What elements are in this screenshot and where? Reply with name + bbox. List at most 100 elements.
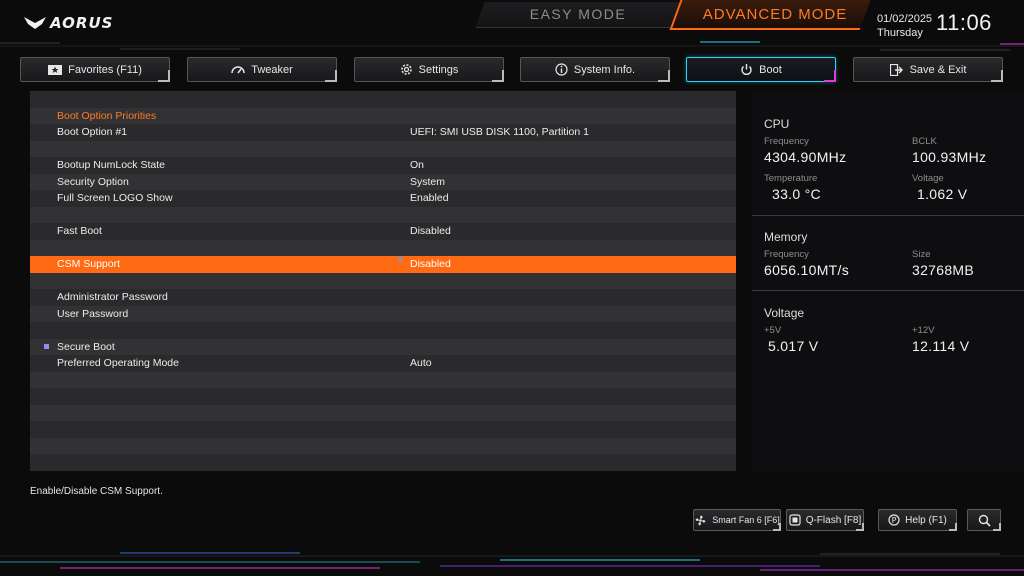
smart-fan-button[interactable]: Smart Fan 6 [F6] — [693, 509, 781, 531]
decorative-lines-bottom — [0, 552, 1024, 571]
qflash-label: Q-Flash [F8] — [805, 514, 862, 526]
security-option-row[interactable]: Security Option System — [30, 173, 736, 190]
decorative-lines-top — [0, 41, 1024, 51]
date-display: 01/02/2025 Thursday — [877, 12, 932, 40]
voltage-title: Voltage — [764, 306, 805, 320]
tab-label: System Info. — [573, 63, 636, 76]
v12-label: +12V — [912, 325, 935, 336]
cpu-frequency-value: 4304.90MHz — [764, 149, 847, 165]
svg-text:P: P — [892, 516, 897, 525]
csm-support-row[interactable]: CSM Support Disabled — [30, 256, 736, 273]
setting-label: Boot Option #1 — [57, 126, 128, 139]
chip-icon — [789, 514, 801, 526]
help-icon: P — [888, 514, 900, 526]
exit-icon — [889, 63, 903, 76]
section-boot-option-priorities: Boot Option Priorities — [30, 107, 736, 124]
star-folder-icon — [48, 65, 63, 75]
tab-settings[interactable]: Settings — [354, 57, 504, 82]
setting-value[interactable]: Disabled — [410, 225, 451, 237]
bclk-label: BCLK — [912, 136, 937, 147]
administrator-password-row[interactable]: Administrator Password — [30, 289, 736, 306]
panel-divider — [752, 215, 1024, 216]
list-row-spacer — [30, 91, 736, 108]
panel-divider — [752, 290, 1024, 291]
help-button[interactable]: P Help (F1) — [878, 509, 957, 531]
clock: 11:06 — [936, 10, 992, 35]
section-label: Boot Option Priorities — [57, 109, 157, 122]
qflash-button[interactable]: Q-Flash [F8] — [786, 509, 864, 531]
weekday: Thursday — [877, 27, 923, 39]
setting-value[interactable]: Enabled — [410, 192, 449, 204]
list-row-spacer — [30, 239, 736, 256]
list-row-spacer — [30, 206, 736, 223]
user-password-row[interactable]: User Password — [30, 305, 736, 322]
setting-label: Full Screen LOGO Show — [57, 192, 173, 205]
tab-save-exit[interactable]: Save & Exit — [853, 57, 1003, 82]
v5-value: 5.017 V — [768, 338, 819, 354]
tab-label: Favorites (F11) — [68, 63, 142, 76]
cpu-voltage-value: 1.062 V — [917, 186, 968, 202]
info-icon — [555, 63, 568, 76]
bootup-numlock-row[interactable]: Bootup NumLock State On — [30, 157, 736, 174]
boot-options-list: Boot Option Priorities Boot Option #1 UE… — [30, 91, 736, 471]
list-row-spacer — [30, 140, 736, 157]
list-row-spacer — [30, 322, 736, 339]
fast-boot-row[interactable]: Fast Boot Disabled — [30, 223, 736, 240]
v12-value: 12.114 V — [912, 338, 970, 354]
setting-value[interactable]: Auto — [410, 357, 432, 369]
preferred-operating-mode-row[interactable]: Preferred Operating Mode Auto — [30, 355, 736, 372]
setting-label: Preferred Operating Mode — [57, 357, 179, 370]
setting-label: Fast Boot — [57, 225, 102, 238]
list-row-spacer — [30, 371, 736, 388]
setting-label: Administrator Password — [57, 291, 168, 304]
search-button[interactable] — [967, 509, 1001, 531]
bclk-value: 100.93MHz — [912, 149, 987, 165]
tab-favorites[interactable]: Favorites (F11) — [20, 57, 170, 82]
smart-fan-label: Smart Fan 6 [F6] — [712, 515, 780, 525]
setting-value[interactable]: UEFI: SMI USB DISK 1100, Partition 1 — [410, 126, 589, 138]
setting-value[interactable]: On — [410, 159, 424, 171]
list-row-spacer — [30, 454, 736, 471]
setting-label: User Password — [57, 307, 129, 320]
tab-boot[interactable]: Boot — [686, 57, 836, 82]
memory-size-label: Size — [912, 249, 931, 260]
secure-boot-row[interactable]: Secure Boot — [30, 338, 736, 355]
list-row-spacer — [30, 388, 736, 405]
help-label: Help (F1) — [905, 514, 947, 526]
v5-label: +5V — [764, 325, 782, 336]
fan-icon — [695, 515, 706, 525]
tab-tweaker[interactable]: Tweaker — [187, 57, 337, 82]
setting-value[interactable]: System — [410, 176, 445, 188]
memory-frequency-value: 6056.10MT/s — [764, 262, 850, 278]
advanced-mode-label[interactable]: ADVANCED MODE — [690, 6, 860, 23]
list-row-spacer — [30, 437, 736, 454]
mode-switch: EASY MODE ADVANCED MODE — [470, 0, 871, 30]
power-icon — [741, 64, 752, 75]
submenu-bullet-icon — [44, 343, 49, 349]
list-row-spacer — [30, 404, 736, 421]
cpu-temperature-label: Temperature — [764, 173, 818, 184]
setting-label: Bootup NumLock State — [57, 159, 165, 172]
aorus-logo: AORUS — [24, 12, 116, 34]
cpu-voltage-label: Voltage — [912, 173, 944, 184]
boot-option-1-row[interactable]: Boot Option #1 UEFI: SMI USB DISK 1100, … — [30, 124, 736, 141]
mouse-cursor-icon: ✦ — [396, 255, 405, 266]
setting-value[interactable]: Disabled — [410, 258, 451, 270]
memory-title: Memory — [764, 230, 808, 244]
list-row-spacer — [30, 421, 736, 438]
easy-mode-label[interactable]: EASY MODE — [498, 6, 658, 22]
list-row-spacer — [30, 272, 736, 289]
tab-label: Tweaker — [251, 63, 293, 76]
speedometer-icon — [231, 66, 245, 74]
setting-label: Security Option — [57, 175, 129, 188]
full-screen-logo-row[interactable]: Full Screen LOGO Show Enabled — [30, 190, 736, 207]
tab-label: Boot — [759, 63, 782, 76]
logo-text: AORUS — [50, 14, 114, 32]
tab-label: Save & Exit — [909, 63, 967, 76]
tab-label: Settings — [418, 63, 459, 76]
setting-label: CSM Support — [57, 258, 121, 271]
tab-system-info[interactable]: System Info. — [520, 57, 670, 82]
help-description: Enable/Disable CSM Support. — [30, 486, 163, 497]
search-icon — [978, 514, 991, 527]
cpu-temperature-value: 33.0 °C — [772, 186, 821, 202]
